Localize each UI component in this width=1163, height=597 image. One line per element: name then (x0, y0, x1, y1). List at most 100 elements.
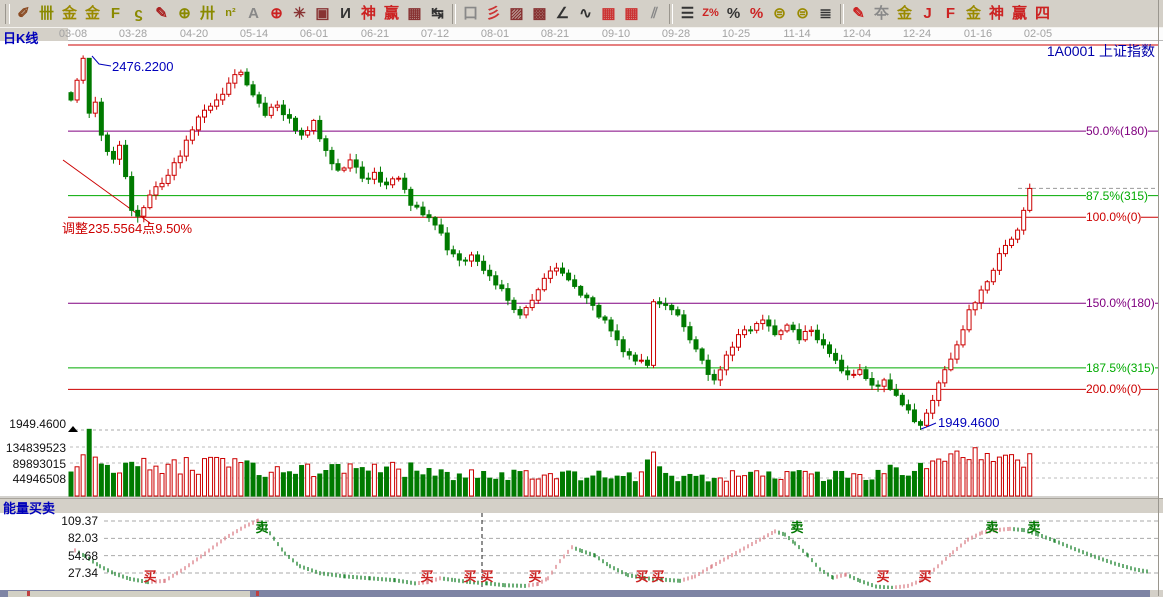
toolbar-button-box-range[interactable]: 口 (460, 3, 481, 25)
oscillator-axis-label: 27.34 (0, 566, 98, 580)
fib-level-label: 187.5%(315) (1086, 361, 1155, 375)
sell-signal-marker: 卖 (790, 517, 803, 536)
toolbar-button-ratio-lines[interactable]: 卅 (197, 3, 218, 25)
date-axis-rule (68, 40, 1163, 41)
toolbar-button-brush-tool[interactable]: ✐ (13, 3, 34, 25)
toolbar-button-percent[interactable]: % (723, 3, 744, 25)
toolbar-button-wave-lines[interactable]: И (335, 3, 356, 25)
buy-signal-marker: 买 (528, 566, 541, 585)
toolbar-button-parallel-lines[interactable]: ⫽ (644, 3, 665, 25)
toolbar-button-circle-arc[interactable]: ⊕ (174, 3, 195, 25)
fib-level-label: 200.0%(0) (1086, 382, 1141, 396)
scrollbar-tick (256, 591, 259, 596)
buy-signal-marker: 买 (480, 566, 493, 585)
toolbar-button-gold-circle-b[interactable]: ⊜ (792, 3, 813, 25)
date-tick-label: 08-01 (473, 28, 517, 40)
toolbar-button-gold-underline[interactable]: 金 (894, 3, 915, 25)
low-price-annotation: 1949.4600 (938, 415, 999, 430)
toolbar-grip (5, 4, 10, 24)
date-tick-label: 12-04 (835, 28, 879, 40)
toolbar-separator (669, 4, 673, 24)
buy-signal-marker: 买 (651, 566, 664, 585)
toolbar-button-price-grid[interactable]: ▦ (404, 3, 425, 25)
date-tick-label: 08-21 (533, 28, 577, 40)
buy-signal-marker: 买 (420, 566, 433, 585)
date-tick-label: 04-20 (172, 28, 216, 40)
toolbar-button-golden-section[interactable]: 金 (59, 3, 80, 25)
toolbar-button-j-angle[interactable]: J (917, 3, 938, 25)
oscillator-axis-label: 82.03 (0, 531, 98, 545)
toolbar-button-width-measure[interactable]: ↹ (427, 3, 448, 25)
oscillator-axis-label: 109.37 (0, 514, 98, 528)
toolbar-button-shaded-box[interactable]: ▩ (529, 3, 550, 25)
date-axis: 03-08 03-28 04-20 05-14 06-01 06-21 07-12 08-01… (0, 27, 1163, 41)
sell-signal-marker: 卖 (255, 517, 268, 536)
toolbar-button-zigzag-tool[interactable]: ∿ (575, 3, 596, 25)
buy-signal-marker: 买 (463, 566, 476, 585)
toolbar-button-ruler-lines[interactable]: ≣ (815, 3, 836, 25)
main-pane-title: 日K线 (3, 28, 38, 47)
date-tick-label: 06-01 (292, 28, 336, 40)
toolbar-button-star-lines[interactable]: ✳ (289, 3, 310, 25)
toolbar-button-n-squared[interactable]: n² (220, 3, 241, 25)
toolbar-button-win-angle[interactable]: 赢 (1009, 3, 1030, 25)
buy-signal-marker: 买 (635, 566, 648, 585)
toolbar-button-speed-resistance[interactable]: ▨ (506, 3, 527, 25)
retracement-annotation: 调整235.5564点9.50% (62, 218, 192, 237)
toolbar-button-grid-red[interactable]: ▦ (598, 3, 619, 25)
fib-level-label: 50.0%(180) (1086, 124, 1148, 138)
scrollbar-thumb[interactable] (8, 591, 250, 597)
volume-axis-label: 44946508 (0, 472, 66, 486)
toolbar-button-si-angle[interactable]: 四 (1032, 3, 1053, 25)
buy-signal-marker: 买 (143, 566, 156, 585)
date-tick-label: 11-14 (775, 28, 819, 40)
toolbar-button-percent-change[interactable]: Z% (700, 3, 721, 25)
date-tick-label: 09-28 (654, 28, 698, 40)
toolbar-button-box-dark[interactable]: ▣ (312, 3, 333, 25)
fib-level-label: 100.0%(0) (1086, 210, 1141, 224)
volume-axis-label: 89893015 (0, 457, 66, 471)
toolbar-button-shen-tool[interactable]: 神 (358, 3, 379, 25)
toolbar-button-angle-fan[interactable]: ∠ (552, 3, 573, 25)
toolbar-button-pencil-red[interactable]: ✎ (848, 3, 869, 25)
toolbar-button-f-angle[interactable]: F (940, 3, 961, 25)
toolbar-button-percent-line[interactable]: % (746, 3, 767, 25)
drawing-toolbar: ✐卌金金Fϛ✎⊕卅n²A⊕✳▣И神赢▦↹口彡▨▩∠∿▦▦⫽☰Z%%%⊜⊜≣✎夲金… (0, 0, 1163, 28)
high-price-annotation: 2476.2200 (112, 59, 173, 74)
date-tick-label: 10-25 (714, 28, 758, 40)
volume-axis-label: 134839523 (0, 441, 66, 455)
toolbar-button-fan-lines[interactable]: 彡 (483, 3, 504, 25)
toolbar-button-gann-grid[interactable]: 卌 (36, 3, 57, 25)
toolbar-button-crosshair-circle[interactable]: ⊕ (266, 3, 287, 25)
fib-level-label: 87.5%(315) (1086, 189, 1148, 203)
toolbar-button-spiral-tool[interactable]: ϛ (128, 3, 149, 25)
toolbar-button-gold-circle-a[interactable]: ⊜ (769, 3, 790, 25)
fib-level-label: 150.0%(180) (1086, 296, 1155, 310)
toolbar-button-fibonacci-levels[interactable]: F (105, 3, 126, 25)
toolbar-button-price-list[interactable]: ☰ (677, 3, 698, 25)
date-tick-label: 06-21 (353, 28, 397, 40)
date-tick-label: 12-24 (895, 28, 939, 40)
date-tick-label: 05-14 (232, 28, 276, 40)
toolbar-button-angle-line[interactable]: A (243, 3, 264, 25)
toolbar-button-cloth-tool[interactable]: 夲 (871, 3, 892, 25)
toolbar-button-gold-angle[interactable]: 金 (963, 3, 984, 25)
buy-signal-marker: 买 (876, 566, 889, 585)
buy-signal-marker: 买 (918, 566, 931, 585)
sell-signal-marker: 卖 (985, 517, 998, 536)
toolbar-button-pencil-chart[interactable]: ✎ (151, 3, 172, 25)
toolbar-separator (840, 4, 844, 24)
date-tick-label: 03-08 (51, 28, 95, 40)
sell-signal-marker: 卖 (1027, 517, 1040, 536)
date-tick-label: 09-10 (594, 28, 638, 40)
toolbar-separator (452, 4, 456, 24)
volume-price-marker-label: 1949.4600 (0, 417, 66, 431)
toolbar-button-grid-arrow[interactable]: ▦ (621, 3, 642, 25)
toolbar-button-win-tool[interactable]: 赢 (381, 3, 402, 25)
symbol-label: 1A0001 上证指数 (1047, 41, 1155, 61)
toolbar-button-golden-ratio[interactable]: 金 (82, 3, 103, 25)
date-tick-label: 03-28 (111, 28, 155, 40)
oscillator-axis-label: 54.68 (0, 549, 98, 563)
date-tick-label: 07-12 (413, 28, 457, 40)
toolbar-button-shen-angle[interactable]: 神 (986, 3, 1007, 25)
